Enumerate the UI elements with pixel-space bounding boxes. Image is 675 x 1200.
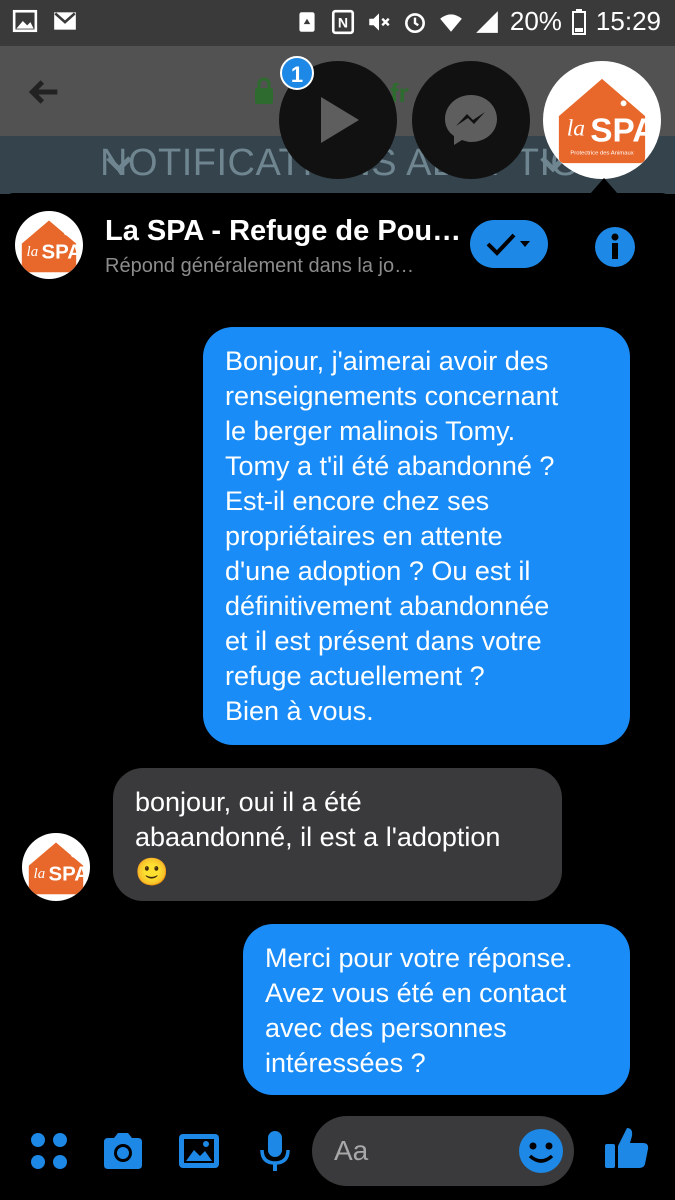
message-line: définitivement abandonnée (225, 591, 550, 621)
gallery-icon[interactable] (176, 1128, 222, 1174)
like-icon[interactable] (603, 1124, 651, 1172)
svg-text:N: N (338, 14, 348, 30)
mark-done-button[interactable] (470, 220, 548, 268)
message-input-container[interactable] (312, 1116, 574, 1186)
message-line: d'une adoption ? Ou est il (225, 556, 531, 586)
message-line: Avez vous été en contact (265, 978, 567, 1008)
status-bar: N 20% 15:29 (0, 0, 675, 46)
lock-icon (255, 77, 273, 104)
svg-text:la: la (34, 866, 46, 882)
svg-text:la: la (567, 116, 585, 142)
svg-text:la: la (27, 244, 39, 260)
message-line: propriétaires en attente (225, 521, 503, 551)
message-line: intéressées ? (265, 1048, 426, 1078)
message-line: refuge actuellement ? (225, 661, 485, 691)
messenger-chat-head[interactable] (412, 61, 530, 179)
emoji-icon[interactable] (516, 1126, 566, 1176)
message-input[interactable] (332, 1130, 516, 1172)
message-line: Bonjour, j'aimerai avoir des (225, 346, 549, 376)
notification-badge: 1 (280, 56, 314, 90)
conversation-title[interactable]: La SPA - Refuge de Pou… (105, 215, 461, 248)
battery-icon (571, 8, 586, 35)
svg-text:Protectrice des Animaux: Protectrice des Animaux (570, 150, 633, 156)
image-icon (12, 9, 38, 33)
message-composer (0, 1110, 675, 1200)
recycle-icon (299, 11, 315, 32)
message-line: 🙂 (135, 857, 169, 887)
outgoing-message[interactable]: Merci pour votre réponse. Avez vous été … (243, 924, 630, 1095)
message-line: bonjour, oui il a été (135, 787, 362, 817)
chat-panel: la SPA La SPA - Refuge de Pou… Répond gé… (0, 193, 675, 1200)
mute-icon (369, 12, 390, 31)
messenger-icon (445, 95, 497, 145)
spa-chat-head[interactable]: la SPA Protectrice des Animaux (543, 61, 661, 179)
response-time-subtitle: Répond généralement dans la jo… (105, 255, 415, 277)
message-line: abaandonné, il est a l'adoption (135, 822, 501, 852)
nfc-icon: N (331, 9, 354, 34)
apps-icon[interactable] (26, 1128, 72, 1174)
play-icon (321, 97, 359, 143)
message-line: renseignements concernant (225, 381, 559, 411)
check-icon (486, 233, 530, 256)
message-line: Bien à vous. (225, 696, 374, 726)
microphone-icon[interactable] (252, 1128, 298, 1174)
spa-logo: la SPA (21, 220, 83, 273)
outgoing-message[interactable]: Bonjour, j'aimerai avoir des renseigneme… (203, 327, 630, 745)
message-line: avec des personnes (265, 1013, 507, 1043)
message-line: le berger malinois Tomy. (225, 416, 516, 446)
back-arrow-icon[interactable] (24, 72, 64, 112)
signal-icon (476, 10, 498, 33)
chat-header: la SPA La SPA - Refuge de Pou… Répond gé… (0, 193, 675, 303)
svg-text:SPA: SPA (590, 113, 651, 150)
svg-text:SPA: SPA (42, 242, 83, 264)
message-line: Est-il encore chez ses (225, 486, 490, 516)
spa-logo: la SPA Protectrice des Animaux (558, 78, 651, 164)
wifi-icon (440, 13, 462, 32)
gmail-icon (54, 12, 76, 30)
battery-percent: 20% (509, 6, 562, 36)
camera-icon[interactable] (100, 1128, 146, 1174)
message-line: Tomy a t'il été abandonné ? (225, 451, 555, 481)
svg-text:SPA: SPA (49, 864, 90, 886)
alarm-icon (404, 12, 425, 33)
spa-logo: la SPA (28, 842, 90, 895)
message-line: Merci pour votre réponse. (265, 943, 573, 973)
clock: 15:29 (595, 6, 661, 36)
info-icon[interactable] (594, 226, 636, 268)
incoming-message[interactable]: bonjour, oui il a été abaandonné, il est… (113, 768, 562, 901)
sender-avatar[interactable]: la SPA (22, 833, 90, 901)
chat-head-pointer (590, 178, 618, 194)
message-line: et il est présent dans votre (225, 626, 542, 656)
avatar[interactable]: la SPA (15, 211, 83, 279)
